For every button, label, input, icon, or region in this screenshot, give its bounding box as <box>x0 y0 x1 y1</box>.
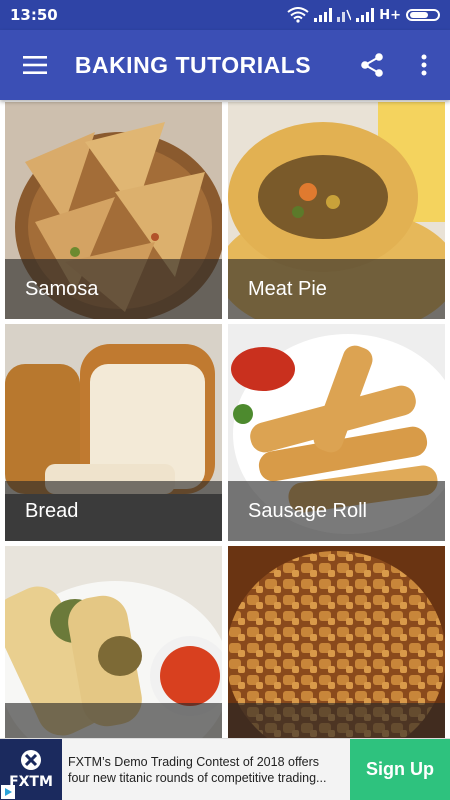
recipe-tile-samosa[interactable]: Samosa <box>5 102 222 319</box>
ad-banner[interactable]: FXTM FXTM’s Demo Trading Contest of 2018… <box>0 738 450 800</box>
signal-off-icon <box>337 9 352 22</box>
tile-label-bar: Samosa <box>5 259 222 319</box>
share-button[interactable] <box>346 30 398 100</box>
recipe-tile-bread[interactable]: Bread <box>5 324 222 541</box>
tile-label: Samosa <box>25 277 99 300</box>
recipe-tile-meat-pie[interactable]: Meat Pie <box>228 102 445 319</box>
ad-text[interactable]: FXTM’s Demo Trading Contest of 2018 offe… <box>62 754 350 786</box>
recipe-tile-sausage-roll[interactable]: Sausage Roll <box>228 324 445 541</box>
tile-label: Meat Pie <box>248 277 327 300</box>
tile-label-bar: Bread <box>5 481 222 541</box>
fxtm-logo-icon <box>21 750 41 770</box>
ad-logo-text: FXTM <box>9 774 53 790</box>
more-vert-icon <box>421 54 427 76</box>
signal-icon-2 <box>356 8 375 22</box>
overflow-menu-button[interactable] <box>398 30 450 100</box>
sign-up-button[interactable]: Sign Up <box>350 738 450 800</box>
recipe-tile-5[interactable] <box>5 546 222 738</box>
status-bar: 13:50 H+ <box>0 0 450 30</box>
tile-label-bar <box>228 703 445 738</box>
wifi-icon <box>287 7 309 23</box>
tile-label: Sausage Roll <box>248 499 367 522</box>
status-time: 13:50 <box>10 6 58 24</box>
tile-label-bar <box>5 703 222 738</box>
app-bar: BAKING TUTORIALS <box>0 30 450 100</box>
recipe-tile-6[interactable] <box>228 546 445 738</box>
network-type: H+ <box>379 7 401 23</box>
share-icon <box>361 53 383 77</box>
app-title: BAKING TUTORIALS <box>74 51 312 78</box>
recipe-grid: Samosa Meat Pie Bread Sausage Roll <box>0 100 450 738</box>
tile-label-bar: Meat Pie <box>228 259 445 319</box>
status-icons: H+ <box>287 7 440 23</box>
signal-icon <box>314 8 333 22</box>
battery-icon <box>406 9 440 21</box>
ad-choices-icon[interactable] <box>1 785 15 799</box>
tile-label: Bread <box>25 499 79 522</box>
tile-label-bar: Sausage Roll <box>228 481 445 541</box>
hamburger-menu-icon <box>23 56 47 74</box>
menu-button[interactable] <box>0 30 70 100</box>
